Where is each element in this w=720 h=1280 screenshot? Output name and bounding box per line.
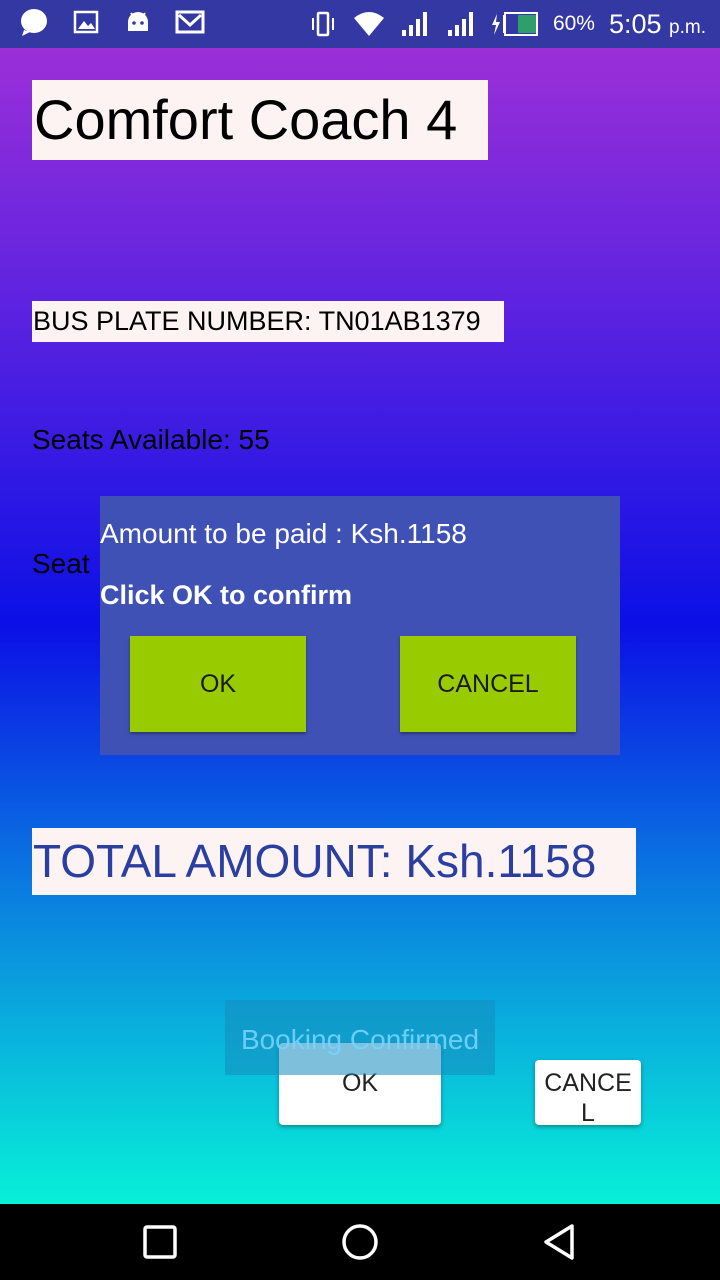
dialog-message: Amount to be paid : Ksh.1158 bbox=[100, 518, 467, 549]
back-triangle-icon[interactable] bbox=[540, 1222, 580, 1262]
app-screen: Comfort Coach 4 BUS PLATE NUMBER: TN01AB… bbox=[0, 48, 720, 1204]
navigation-bar bbox=[0, 1204, 720, 1280]
vibrate-icon bbox=[311, 11, 334, 37]
home-circle-icon[interactable] bbox=[340, 1222, 380, 1262]
charging-battery-icon bbox=[491, 12, 538, 36]
clock-time: 5:05 bbox=[608, 8, 662, 39]
gmail-icon bbox=[175, 10, 205, 34]
status-bar: 60% 5:05 p.m. bbox=[0, 0, 720, 48]
android-icon bbox=[128, 12, 148, 31]
seat-label: Seat bbox=[32, 548, 90, 579]
cancel-button[interactable]: CANCEL bbox=[535, 1060, 641, 1125]
signal-icon bbox=[401, 12, 427, 36]
recents-square-icon[interactable] bbox=[140, 1222, 180, 1262]
confirm-payment-dialog: Amount to be paid : Ksh.1158 Click OK to… bbox=[100, 496, 620, 755]
signal-icon bbox=[447, 12, 473, 36]
notification-icons bbox=[18, 6, 206, 38]
bus-title: Comfort Coach 4 bbox=[32, 80, 488, 160]
chat-bubble-icon bbox=[21, 9, 47, 36]
dialog-instruction: Click OK to confirm bbox=[100, 580, 353, 610]
dialog-cancel-button[interactable]: CANCEL bbox=[400, 636, 576, 732]
battery-percent: 60% bbox=[552, 12, 595, 35]
image-icon bbox=[73, 10, 99, 34]
total-amount: TOTAL AMOUNT: Ksh.1158 bbox=[32, 828, 636, 895]
clock-ampm: p.m. bbox=[669, 16, 706, 38]
booking-confirmed-toast: Booking Confirmed bbox=[225, 1000, 495, 1075]
dialog-ok-button[interactable]: OK bbox=[130, 636, 306, 732]
seats-available: Seats Available: 55 bbox=[32, 424, 270, 455]
clock: 5:05 p.m. bbox=[609, 9, 706, 40]
wifi-icon bbox=[353, 12, 384, 36]
bus-plate-number: BUS PLATE NUMBER: TN01AB1379 bbox=[32, 301, 504, 342]
system-icons: 60% 5:05 p.m. bbox=[307, 0, 706, 48]
